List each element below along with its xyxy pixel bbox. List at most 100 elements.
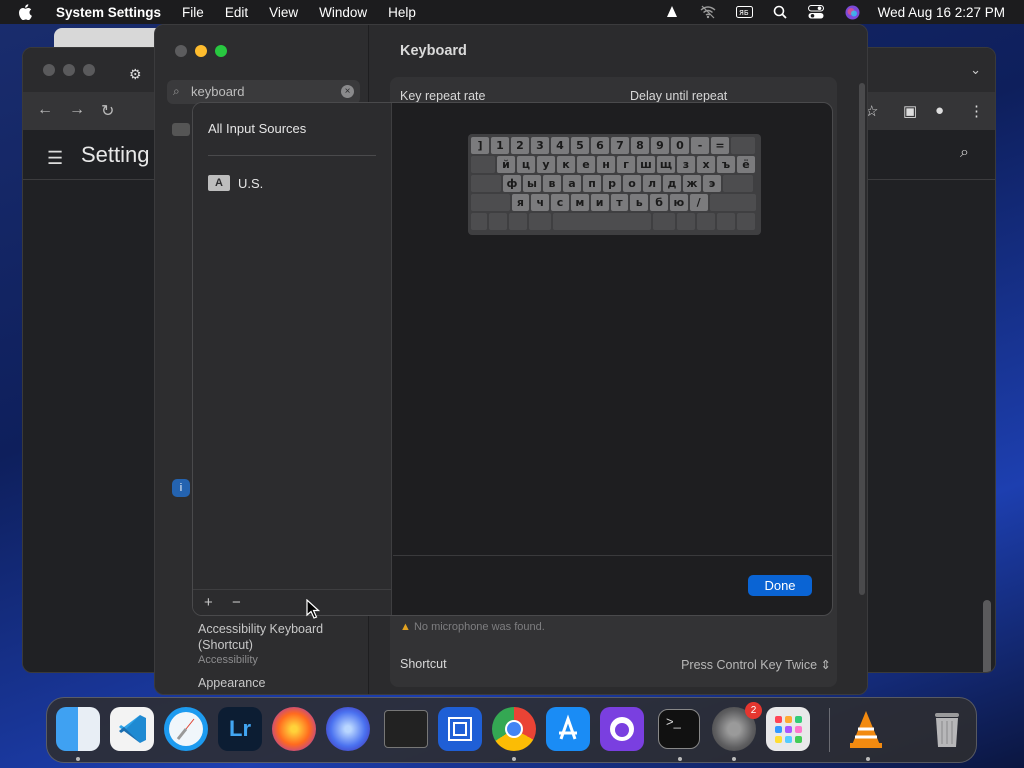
menu-view[interactable]: View (269, 5, 298, 20)
keyboard-key: / (689, 194, 708, 211)
keyboard-key (509, 213, 527, 230)
updown-chevron-icon: ⇕ (820, 658, 831, 672)
keyboard-key: ж (683, 175, 701, 192)
chevron-down-icon[interactable]: ⌄ (970, 62, 981, 78)
close-window-button[interactable] (175, 45, 187, 57)
keyboard-key: 0 (671, 137, 689, 154)
keyboard-key: 7 (611, 137, 629, 154)
keyboard-key: и (590, 194, 609, 211)
back-arrow-icon[interactable]: ← (37, 101, 53, 119)
mouse-cursor-icon (306, 599, 320, 619)
lightroom-icon[interactable]: Lr (218, 707, 262, 751)
input-source-us[interactable]: A U.S. (208, 175, 263, 191)
vlc-status-icon[interactable] (664, 5, 681, 19)
keyboard-icon (172, 123, 190, 136)
keyboard-key: = (711, 137, 729, 154)
zoom-window-button[interactable] (215, 45, 227, 57)
keyboard-key: т (610, 194, 629, 211)
minimize-window-button[interactable] (195, 45, 207, 57)
remove-source-button[interactable]: − (232, 594, 241, 611)
finder-icon[interactable] (56, 707, 100, 751)
app-store-icon[interactable] (546, 707, 590, 751)
apple-icon[interactable] (18, 4, 32, 20)
keyboard-key: п (583, 175, 601, 192)
add-source-button[interactable]: + (204, 594, 213, 611)
running-indicator (512, 757, 516, 761)
keyboard-key (471, 156, 495, 173)
remote-desktop-icon[interactable] (438, 707, 482, 751)
menu-help[interactable]: Help (388, 5, 416, 20)
input-source-badge: A (208, 175, 230, 191)
launchpad-icon[interactable] (766, 707, 810, 751)
keyboard-key: о (623, 175, 641, 192)
chrome-traffic-lights[interactable] (43, 64, 103, 76)
keyboard-key (471, 213, 487, 230)
control-center-icon[interactable] (808, 5, 825, 19)
keyboard-key (529, 213, 551, 230)
menu-app-name[interactable]: System Settings (56, 5, 161, 20)
firefox-icon[interactable] (272, 707, 316, 751)
warning-icon: ▲ (400, 621, 411, 633)
wifi-off-icon[interactable] (700, 5, 717, 19)
keyboard-key (709, 194, 756, 211)
menu-file[interactable]: File (182, 5, 204, 20)
keyboard-key: 1 (491, 137, 509, 154)
search-input[interactable]: keyboard (191, 84, 244, 99)
console-icon[interactable] (384, 710, 428, 748)
done-button[interactable]: Done (748, 575, 812, 596)
terminal-icon[interactable]: >_ (658, 709, 700, 749)
keyboard-key: ъ (717, 156, 735, 173)
keyboard-key: 2 (511, 137, 529, 154)
firefox-nightly-icon[interactable] (326, 707, 370, 751)
traffic-lights[interactable] (175, 45, 235, 57)
search-field[interactable]: ⌕ keyboard × (167, 80, 360, 104)
trash-icon[interactable] (925, 707, 969, 751)
keyboard-key: х (697, 156, 715, 173)
menu-clock[interactable]: Wed Aug 16 2:27 PM (878, 5, 1005, 20)
safari-icon[interactable] (164, 707, 208, 751)
clear-search-icon[interactable]: × (341, 85, 354, 98)
sidebar-result-subtitle: Accessibility (198, 654, 258, 666)
spotlight-search-icon[interactable] (772, 5, 789, 19)
running-indicator (76, 757, 80, 761)
keyboard-key: н (597, 156, 615, 173)
siri-icon[interactable] (844, 5, 861, 19)
profile-icon[interactable]: ● (935, 102, 944, 119)
running-indicator (866, 757, 870, 761)
menu-hamburger-icon[interactable]: ☰ (47, 148, 63, 169)
sidepanel-icon[interactable]: ▣ (903, 102, 917, 120)
pane-title: Keyboard (400, 43, 467, 59)
vlc-icon[interactable] (844, 707, 888, 751)
menu-edit[interactable]: Edit (225, 5, 248, 20)
menu-window[interactable]: Window (319, 5, 367, 20)
scrollbar[interactable] (983, 600, 991, 672)
dock: Lr >_ 2 (46, 697, 977, 763)
keyboard-key: й (497, 156, 515, 173)
keyboard-key (653, 213, 675, 230)
vscode-icon[interactable] (110, 707, 154, 751)
forward-arrow-icon[interactable]: → (69, 101, 85, 119)
all-input-sources-item[interactable]: All Input Sources (208, 121, 306, 136)
sidebar-result-appearance[interactable]: Appearance (198, 676, 265, 690)
keyboard-key: 3 (531, 137, 549, 154)
more-menu-icon[interactable]: ⋮ (969, 102, 984, 120)
keyboard-key: щ (657, 156, 675, 173)
sidebar-result-accessibility-keyboard[interactable]: Accessibility Keyboard (Shortcut) (198, 621, 348, 653)
search-icon[interactable]: ⌕ (960, 144, 969, 162)
keyboard-key: ц (517, 156, 535, 173)
keyboard-key (731, 137, 755, 154)
shortcut-popup[interactable]: Press Control Key Twice ⇕ (681, 657, 831, 672)
settings-gear-icon: ⚙ (129, 66, 142, 82)
keyboard-key: ё (737, 156, 755, 173)
chrome-icon[interactable] (492, 707, 536, 751)
delay-until-repeat-label: Delay until repeat (630, 89, 728, 103)
keyboard-key: м (570, 194, 589, 211)
input-source-icon[interactable]: ЯБ (735, 5, 753, 19)
running-indicator (732, 757, 736, 761)
github-desktop-icon[interactable] (600, 707, 644, 751)
keyboard-layout-preview: ] 1 2 3 4 5 6 7 8 9 0- = й ц у к е н г ш щ з х ъ ё ф ы в а п р о л д ж э я ч с… (468, 134, 761, 235)
scrollbar[interactable] (859, 83, 865, 595)
keyboard-key: я (511, 194, 530, 211)
reload-icon[interactable]: ↻ (101, 101, 114, 121)
keyboard-key: с (551, 194, 569, 211)
